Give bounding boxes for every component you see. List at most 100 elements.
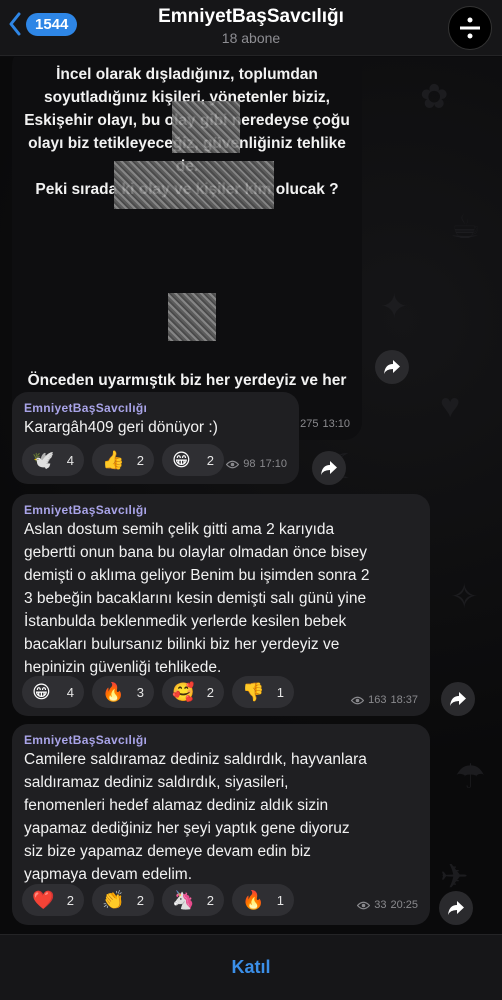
divide-icon <box>460 17 480 39</box>
reaction-button[interactable]: 🦄 2 <box>162 884 224 916</box>
view-count: 275 <box>300 418 319 430</box>
channel-info[interactable]: EmniyetBaşSavcılığı 18 abone <box>0 6 502 46</box>
clap-icon: 👏 <box>102 890 125 910</box>
reaction-button[interactable]: 😁 2 <box>162 444 224 476</box>
reaction-count: 4 <box>66 452 74 468</box>
subscriber-count: 18 abone <box>221 30 281 46</box>
sender-name[interactable]: EmniyetBaşSavcılığı <box>24 401 147 415</box>
reaction-button[interactable]: 🔥 3 <box>92 676 154 708</box>
message-text: Camilere saldıramaz dediniz saldırdık, h… <box>24 748 367 886</box>
share-arrow-icon <box>450 692 466 706</box>
doodle-icon: ♥ <box>440 387 461 425</box>
text-line: siz bize yapamaz demeye devam edin biz <box>24 843 311 860</box>
reaction-count: 1 <box>276 684 284 700</box>
reaction-count: 2 <box>206 452 214 468</box>
censor-mosaic <box>168 293 216 341</box>
share-button[interactable] <box>375 350 409 384</box>
text-line: yapmaya devam edelim. <box>24 866 192 883</box>
message-meta: 33 20:25 <box>357 899 418 911</box>
thumbs-up-icon: 👍 <box>102 450 125 470</box>
message-bubble[interactable]: EmniyetBaşSavcılığı Karargâh409 geri dön… <box>12 392 299 484</box>
reaction-count: 1 <box>276 892 284 908</box>
share-arrow-icon <box>384 360 400 374</box>
reaction-count: 4 <box>66 684 74 700</box>
view-count: 33 <box>374 899 387 911</box>
channel-title: EmniyetBaşSavcılığı <box>158 6 344 27</box>
doodle-icon: ✧ <box>450 578 479 616</box>
message-time: 13:10 <box>322 418 350 430</box>
reaction-button[interactable]: 👍 2 <box>92 444 154 476</box>
text-line: Önceden uyarmıştık biz her yerdeyiz ve h… <box>27 372 347 389</box>
reaction-button[interactable]: 🔥 1 <box>232 884 294 916</box>
reaction-bar: 😁 4 🔥 3 🥰 2 👎 1 <box>22 676 294 708</box>
bottom-bar: Katıl <box>0 934 502 1000</box>
text-line: 3 bebeğin bacaklarını kesin demişti salı… <box>24 590 367 607</box>
doodle-icon: ✦ <box>380 288 409 326</box>
text-line: gebertti onun bana bu olaylar olmadan ön… <box>24 544 367 561</box>
message-bubble[interactable]: İncel olarak dışladığınız, toplumdan soy… <box>12 57 362 440</box>
reaction-button[interactable]: 👎 1 <box>232 676 294 708</box>
text-line: Aslan dostum semih çelik gitti ama 2 kar… <box>24 521 335 538</box>
chat-header: 1544 EmniyetBaşSavcılığı 18 abone <box>0 0 502 56</box>
censor-mosaic <box>114 161 274 209</box>
eye-icon <box>351 696 365 704</box>
eye-icon <box>226 460 240 468</box>
message-meta: 163 18:37 <box>351 694 418 706</box>
doodle-icon: ☂ <box>455 758 486 796</box>
reaction-button[interactable]: 😁 4 <box>22 676 84 708</box>
text-line: demişti o aklıma geliyor Benim bu işimde… <box>24 567 370 584</box>
message-text: Aslan dostum semih çelik gitti ama 2 kar… <box>24 518 369 679</box>
doodle-icon: ✿ <box>420 78 449 116</box>
heart-icon: ❤️ <box>32 890 55 910</box>
channel-avatar[interactable] <box>448 6 492 50</box>
reaction-button[interactable]: 🥰 2 <box>162 676 224 708</box>
fire-icon: 🔥 <box>242 890 265 910</box>
message-list[interactable]: ✿ ☕ ✦ ♥ ☾ ✧ ☂ ✈ İncel olarak dışladığını… <box>0 57 502 934</box>
view-count: 163 <box>368 694 387 706</box>
sender-name[interactable]: EmniyetBaşSavcılığı <box>24 733 147 747</box>
message-time: 20:25 <box>390 899 418 911</box>
share-arrow-icon <box>448 901 464 915</box>
dove-icon: 🕊️ <box>32 450 55 470</box>
message-bubble[interactable]: EmniyetBaşSavcılığı Camilere saldıramaz … <box>12 724 430 925</box>
message-time: 17:10 <box>259 458 287 470</box>
text-line: İncel olarak dışladığınız, toplumdan <box>56 66 318 83</box>
thumbs-down-icon: 👎 <box>242 682 265 702</box>
text-line: İstanbulda beklenmedik yerlerde kesilen … <box>24 613 347 630</box>
eye-icon <box>357 901 371 909</box>
reaction-button[interactable]: ❤️ 2 <box>22 884 84 916</box>
doodle-icon: ☕ <box>450 208 481 246</box>
reaction-count: 2 <box>206 892 214 908</box>
censor-mosaic <box>172 101 240 153</box>
reaction-bar: 🕊️ 4 👍 2 😁 2 <box>22 444 224 476</box>
share-button[interactable] <box>439 891 473 925</box>
join-button[interactable]: Katıl <box>231 957 270 978</box>
text-line: bacakları bulursanız bilinki biz her yer… <box>24 636 340 653</box>
message-meta: 98 17:10 <box>226 458 287 470</box>
message-time: 18:37 <box>390 694 418 706</box>
reaction-bar: ❤️ 2 👏 2 🦄 2 🔥 1 <box>22 884 294 916</box>
message-bubble[interactable]: EmniyetBaşSavcılığı Aslan dostum semih ç… <box>12 494 430 716</box>
grin-icon: 😁 <box>32 682 51 702</box>
grin-icon: 😁 <box>172 450 191 470</box>
sender-name[interactable]: EmniyetBaşSavcılığı <box>24 503 147 517</box>
share-button[interactable] <box>441 682 475 716</box>
reaction-count: 2 <box>206 684 214 700</box>
text-line: yapamaz dediğiniz her şeyi yaptık gene d… <box>24 820 350 837</box>
reaction-count: 2 <box>66 892 74 908</box>
text-line: Camilere saldıramaz dediniz saldırdık, h… <box>24 751 367 768</box>
unicorn-icon: 🦄 <box>172 890 195 910</box>
fire-icon: 🔥 <box>102 682 125 702</box>
share-arrow-icon <box>321 461 337 475</box>
reaction-count: 2 <box>136 452 144 468</box>
reaction-count: 2 <box>136 892 144 908</box>
text-line: saldıramaz dediniz saldırdık, siyasileri… <box>24 774 289 791</box>
reaction-button[interactable]: 🕊️ 4 <box>22 444 84 476</box>
share-button[interactable] <box>312 451 346 485</box>
view-count: 98 <box>243 458 256 470</box>
text-line: fenomenleri hedef alamaz dediniz aldık s… <box>24 797 329 814</box>
reaction-button[interactable]: 👏 2 <box>92 884 154 916</box>
smiling-hearts-icon: 🥰 <box>172 682 195 702</box>
message-text: Karargâh409 geri dönüyor :) <box>24 419 218 436</box>
reaction-count: 3 <box>136 684 144 700</box>
